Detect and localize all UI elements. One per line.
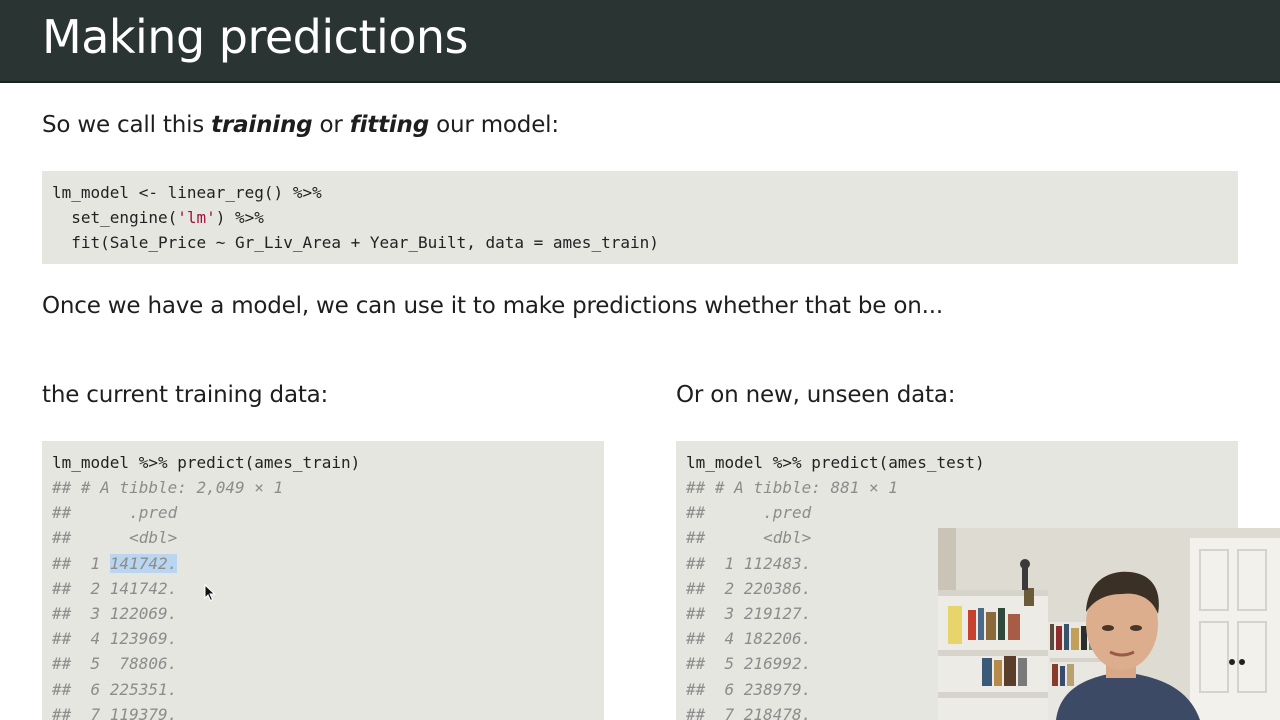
train-row-prefix: ## 4 xyxy=(52,629,110,648)
test-row-value: 216992. xyxy=(743,654,812,673)
title-bar: Making predictions xyxy=(0,0,1280,83)
train-row-prefix: ## 2 xyxy=(52,579,110,598)
test-row-value: 218478. xyxy=(743,705,812,720)
intro-text: So we call this training or fitting our … xyxy=(42,112,559,138)
train-row-value: 141742. xyxy=(109,579,178,598)
train-row-value: 123969. xyxy=(109,629,178,648)
test-row-prefix: ## 2 xyxy=(686,579,744,598)
left-heading: the current training data: xyxy=(42,382,329,408)
train-output-row: ## 6 225351. xyxy=(52,677,177,702)
intro-after: our model: xyxy=(428,112,559,138)
test-row-value: 112483. xyxy=(743,554,812,573)
train-row-prefix: ## 1 xyxy=(52,554,110,573)
slide-title: Making predictions xyxy=(42,10,469,64)
test-row-prefix: ## 5 xyxy=(686,654,744,673)
train-column-type: ## <dbl> xyxy=(52,528,178,547)
predictions-text: Once we have a model, we can use it to m… xyxy=(42,293,943,319)
test-column-type: ## <dbl> xyxy=(686,528,812,547)
test-row-value: 182206. xyxy=(743,629,812,648)
train-row-value: 78806. xyxy=(109,654,178,673)
fit-code-block[interactable]: lm_model <- linear_reg() %>% set_engine(… xyxy=(42,171,1238,264)
train-output-row: ## 3 122069. xyxy=(52,601,177,626)
code-line-2-post: ) %>% xyxy=(215,208,264,227)
test-row-value: 220386. xyxy=(743,579,812,598)
train-row-prefix: ## 6 xyxy=(52,680,110,699)
train-predict-command[interactable]: lm_model %>% predict(ames_train) xyxy=(52,450,360,475)
train-output-row: ## 5 78806. xyxy=(52,651,177,676)
test-output-row: ## 1 112483. xyxy=(686,551,811,576)
selected-prediction-value[interactable]: 141742. xyxy=(109,554,178,573)
test-column-name: ## .pred xyxy=(686,503,812,522)
code-line-2[interactable]: set_engine('lm') %>% xyxy=(52,205,264,230)
code-string-lm: 'lm' xyxy=(177,208,216,227)
train-predict-code-block[interactable]: lm_model %>% predict(ames_train) ## # A … xyxy=(42,441,604,720)
train-tibble-line: ## # A tibble: 2,049 × 1 xyxy=(52,478,284,497)
presenter-video-image xyxy=(938,528,1280,720)
train-output-row[interactable]: ## 1 141742. xyxy=(52,551,178,576)
test-output-row: ## 7 218478. xyxy=(686,702,811,720)
test-output-row: ## 5 216992. xyxy=(686,651,811,676)
right-heading: Or on new, unseen data: xyxy=(676,382,956,408)
train-output-row: ## 4 123969. xyxy=(52,626,177,651)
code-line-2-pre: set_engine( xyxy=(52,208,178,227)
code-line-1[interactable]: lm_model <- linear_reg() %>% xyxy=(52,180,322,205)
train-output-row: ## 2 141742. xyxy=(52,576,177,601)
test-row-prefix: ## 4 xyxy=(686,629,744,648)
test-row-prefix: ## 1 xyxy=(686,554,744,573)
test-row-prefix: ## 3 xyxy=(686,604,744,623)
test-row-value: 238979. xyxy=(743,680,812,699)
term-training: training xyxy=(211,112,313,138)
test-predict-command[interactable]: lm_model %>% predict(ames_test) xyxy=(686,450,985,475)
test-row-prefix: ## 7 xyxy=(686,705,744,720)
test-output-row: ## 6 238979. xyxy=(686,677,811,702)
train-row-prefix: ## 5 xyxy=(52,654,110,673)
test-output-row: ## 4 182206. xyxy=(686,626,811,651)
train-row-prefix: ## 3 xyxy=(52,604,110,623)
train-row-prefix: ## 7 xyxy=(52,705,110,720)
webcam-overlay xyxy=(938,528,1280,720)
train-column-name: ## .pred xyxy=(52,503,178,522)
test-row-value: 219127. xyxy=(743,604,812,623)
train-row-value: 225351. xyxy=(109,680,178,699)
train-output-row: ## 7 119379. xyxy=(52,702,177,720)
term-fitting: fitting xyxy=(349,112,429,138)
test-output-row: ## 2 220386. xyxy=(686,576,811,601)
test-tibble-line: ## # A tibble: 881 × 1 xyxy=(686,478,898,497)
test-row-prefix: ## 6 xyxy=(686,680,744,699)
intro-before: So we call this xyxy=(42,112,212,138)
train-row-value: 119379. xyxy=(109,705,178,720)
code-line-3[interactable]: fit(Sale_Price ~ Gr_Liv_Area + Year_Buil… xyxy=(52,230,659,255)
test-output-row: ## 3 219127. xyxy=(686,601,811,626)
intro-middle: or xyxy=(312,112,350,138)
train-row-value: 122069. xyxy=(109,604,178,623)
